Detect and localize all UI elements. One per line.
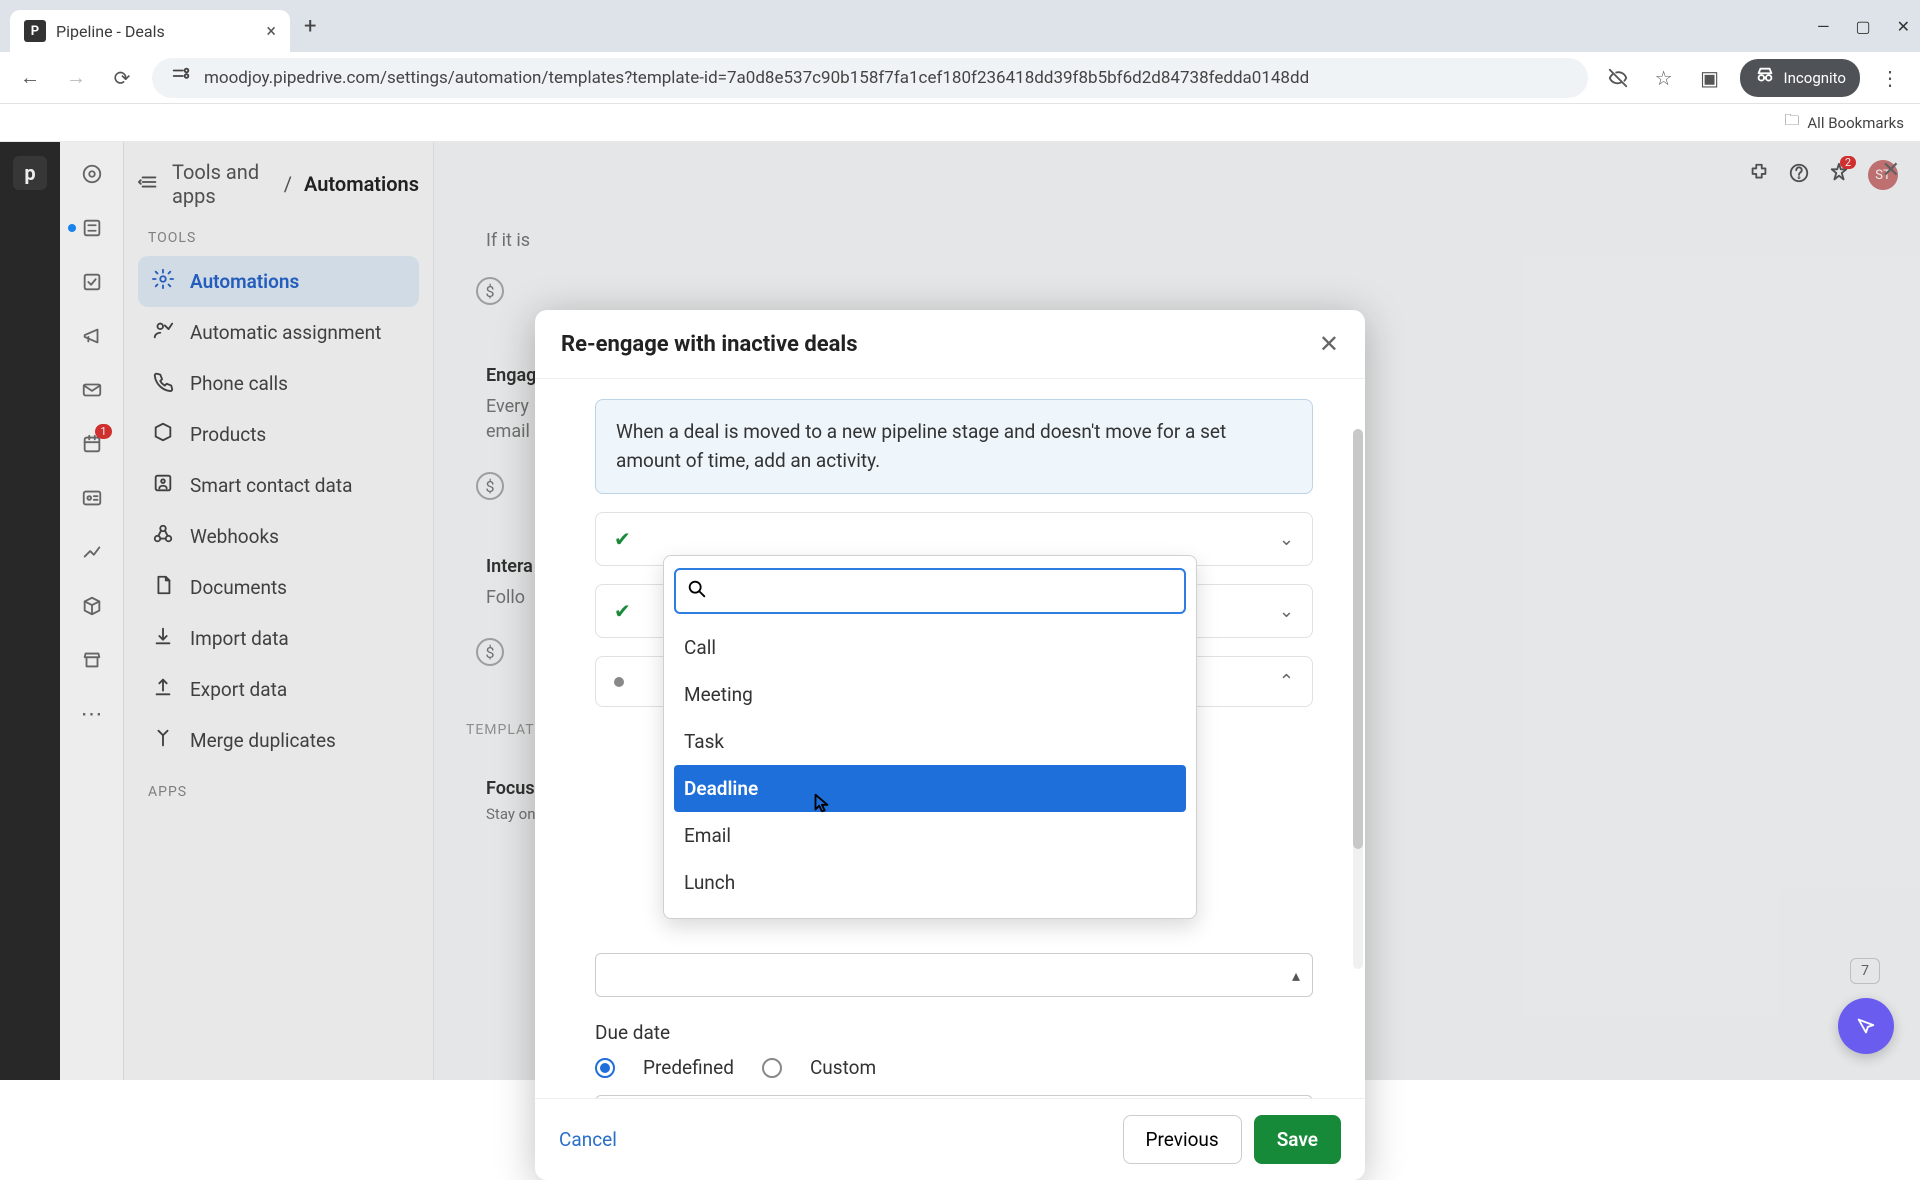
maximize-icon[interactable]: ▢ (1855, 17, 1870, 36)
back-icon[interactable]: ← (14, 62, 46, 94)
check-icon: ✔ (614, 599, 631, 623)
dropdown-option-meeting[interactable]: Meeting (674, 671, 1186, 718)
automation-modal: Re-engage with inactive deals ✕ When a d… (535, 310, 1365, 1180)
check-icon: ✔ (614, 527, 631, 551)
automation-description: When a deal is moved to a new pipeline s… (595, 399, 1313, 494)
dropdown-option-deadline[interactable]: Deadline (674, 765, 1186, 812)
cancel-button[interactable]: Cancel (559, 1128, 617, 1151)
eye-off-icon[interactable] (1602, 62, 1634, 94)
tab-favicon: P (24, 20, 46, 42)
scrollbar[interactable] (1353, 429, 1363, 969)
radio-predefined[interactable] (595, 1058, 615, 1078)
close-tab-icon[interactable]: × (266, 21, 276, 42)
modal-body: When a deal is moved to a new pipeline s… (535, 379, 1365, 1098)
close-icon[interactable]: ✕ (1319, 330, 1339, 358)
modal-header: Re-engage with inactive deals ✕ (535, 310, 1365, 379)
dropdown-option-task[interactable]: Task (674, 718, 1186, 765)
close-window-icon[interactable]: ✕ (1897, 17, 1910, 36)
dropdown-option-lunch[interactable]: Lunch (674, 859, 1186, 906)
caret-up-icon: ▴ (1292, 966, 1300, 985)
star-icon[interactable]: ☆ (1648, 62, 1680, 94)
dropdown-option-call[interactable]: Call (674, 624, 1186, 671)
address-bar: ← → ⟳ moodjoy.pipedrive.com/settings/aut… (0, 52, 1920, 104)
chevron-down-icon: ⌄ (1279, 529, 1294, 550)
due-date-select[interactable]: ▾ (595, 1095, 1313, 1098)
url-text: moodjoy.pipedrive.com/settings/automatio… (204, 68, 1309, 88)
browser-tab-strip: P Pipeline - Deals × + — ▢ ✕ (0, 0, 1920, 52)
chevron-up-icon: ⌃ (1279, 671, 1294, 692)
modal-title: Re-engage with inactive deals (561, 332, 858, 357)
tab-title: Pipeline - Deals (56, 22, 165, 41)
help-fab[interactable] (1838, 998, 1894, 1054)
all-bookmarks-button[interactable]: All Bookmarks (1807, 114, 1904, 132)
radio-custom[interactable] (762, 1058, 782, 1078)
side-panel-icon[interactable]: ▣ (1694, 62, 1726, 94)
app-root: p 1 ⋯ Tools and apps / Automations TOOLS… (0, 142, 1920, 1080)
modal-footer: Cancel Previous Save (535, 1098, 1365, 1180)
folder-icon: 🗀 (1784, 110, 1799, 135)
scrollbar-thumb[interactable] (1353, 429, 1363, 849)
activity-type-dropdown: Call Meeting Task Deadline Email Lunch (663, 555, 1197, 919)
incognito-icon (1754, 65, 1776, 91)
search-input[interactable] (716, 581, 1174, 601)
url-field[interactable]: moodjoy.pipedrive.com/settings/automatio… (152, 58, 1588, 98)
incognito-badge[interactable]: Incognito (1740, 59, 1860, 97)
window-controls: — ▢ ✕ (1817, 17, 1910, 36)
previous-button[interactable]: Previous (1123, 1115, 1242, 1164)
bookmarks-bar: 🗀 All Bookmarks (0, 104, 1920, 142)
radio-predefined-label: Predefined (643, 1056, 734, 1079)
bullet-icon (614, 677, 624, 687)
forward-icon: → (60, 62, 92, 94)
new-tab-button[interactable]: + (298, 14, 322, 39)
dropdown-option-email[interactable]: Email (674, 812, 1186, 859)
dropdown-search[interactable] (674, 568, 1186, 614)
reload-icon[interactable]: ⟳ (106, 62, 138, 94)
site-settings-icon[interactable] (170, 65, 192, 91)
chevron-down-icon: ⌄ (1279, 601, 1294, 622)
incognito-label: Incognito (1784, 69, 1846, 87)
browser-menu-icon[interactable]: ⋮ (1874, 62, 1906, 94)
save-button[interactable]: Save (1254, 1115, 1341, 1164)
due-date-radios: Predefined Custom (595, 1056, 1313, 1079)
search-icon (686, 578, 708, 604)
browser-tab[interactable]: P Pipeline - Deals × (10, 10, 290, 52)
radio-custom-label: Custom (810, 1056, 876, 1079)
minimize-icon[interactable]: — (1817, 17, 1830, 36)
activity-type-select[interactable]: ▴ (595, 953, 1313, 997)
due-date-label: Due date (595, 1021, 1313, 1044)
